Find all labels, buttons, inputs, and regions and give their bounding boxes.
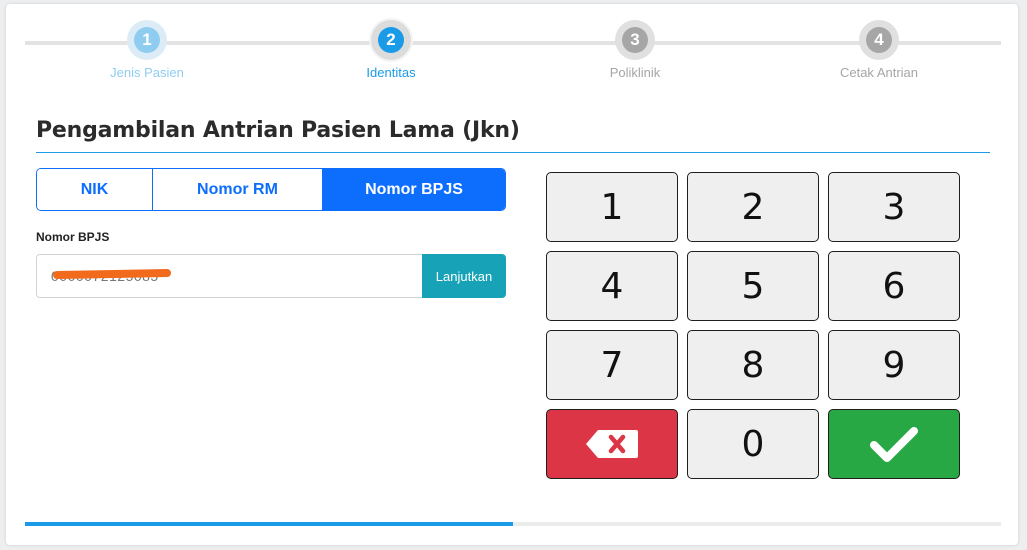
key-4[interactable]: 4 [546, 251, 678, 321]
progress-fill [25, 522, 513, 526]
tab-nomor-rm[interactable]: Nomor RM [153, 169, 323, 210]
registration-card: 1 Jenis Pasien 2 Identitas 3 Poliklinik … [6, 4, 1018, 545]
tab-nomor-bpjs[interactable]: Nomor BPJS [323, 169, 505, 210]
key-3[interactable]: 3 [828, 172, 960, 242]
key-8[interactable]: 8 [687, 330, 819, 400]
step-jenis-pasien[interactable]: 1 Jenis Pasien [67, 20, 227, 80]
step-label: Poliklinik [609, 65, 661, 80]
step-identitas[interactable]: 2 Identitas [311, 20, 471, 80]
delete-key[interactable] [546, 409, 678, 479]
key-7[interactable]: 7 [546, 330, 678, 400]
key-5[interactable]: 5 [687, 251, 819, 321]
page-title: Pengambilan Antrian Pasien Lama (Jkn) [36, 118, 520, 143]
field-label: Nomor BPJS [36, 230, 110, 244]
bpjs-number-input[interactable]: 0000072125085 [36, 254, 422, 298]
checkmark-icon [870, 427, 918, 462]
bpjs-input-group: 0000072125085 Lanjutkan [36, 254, 506, 298]
step-number: 1 [134, 27, 160, 53]
progress-bar [25, 522, 1001, 526]
step-label: Jenis Pasien [110, 65, 184, 80]
title-divider [36, 152, 990, 153]
step-label: Identitas [366, 65, 416, 80]
key-1[interactable]: 1 [546, 172, 678, 242]
step-label: Cetak Antrian [839, 65, 919, 80]
step-cetak-antrian[interactable]: 4 Cetak Antrian [799, 20, 959, 80]
step-number: 2 [378, 27, 404, 53]
key-9[interactable]: 9 [828, 330, 960, 400]
backspace-x-icon [586, 430, 638, 458]
step-poliklinik[interactable]: 3 Poliklinik [555, 20, 715, 80]
numeric-keypad: 1 2 3 4 5 6 7 8 9 0 [546, 172, 960, 479]
id-type-tabs: NIK Nomor RM Nomor BPJS [36, 168, 506, 211]
step-number: 4 [866, 27, 892, 53]
key-0[interactable]: 0 [687, 409, 819, 479]
key-2[interactable]: 2 [687, 172, 819, 242]
step-number: 3 [622, 27, 648, 53]
lanjutkan-button[interactable]: Lanjutkan [422, 254, 506, 298]
key-6[interactable]: 6 [828, 251, 960, 321]
confirm-key[interactable] [828, 409, 960, 479]
tab-nik[interactable]: NIK [37, 169, 153, 210]
